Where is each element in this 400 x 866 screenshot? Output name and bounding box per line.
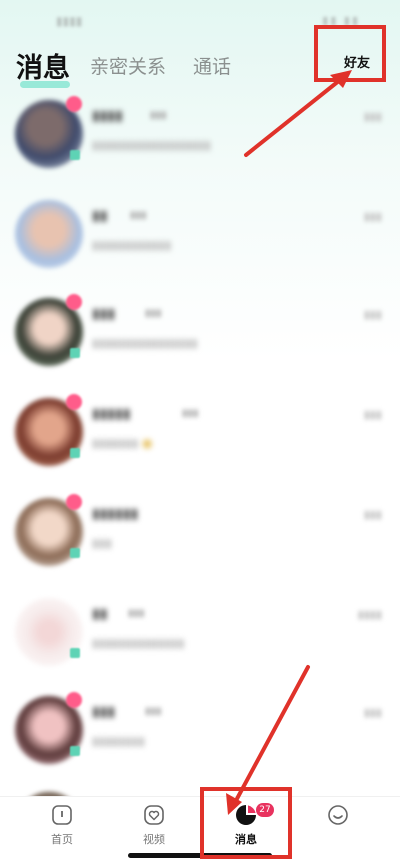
avatar-badge [66,692,82,708]
message-time: ▮▮▮ [363,408,382,421]
message-preview: ▮▮▮▮▮▮▮▮ [92,734,145,748]
contact-tag: ▮▮▮ [130,210,147,221]
avatar-badge [66,394,82,410]
nav-profile[interactable] [298,803,378,831]
tab-messages[interactable]: 消息 [16,46,70,88]
online-indicator [70,746,80,756]
message-preview: ▮▮▮▮▮▮▮▮▮▮▮▮▮▮ [92,636,185,650]
annotation-box-friends [314,25,386,82]
nav-home[interactable]: 首页 [22,803,102,847]
avatar-badge [66,294,82,310]
message-preview: ▮▮▮▮▮▮▮▮▮▮▮▮▮▮▮▮▮▮ [92,138,211,152]
tab-intimate-relations-label: 亲密关系 [90,56,167,78]
list-item[interactable]: ▮▮ ▮▮▮ ▮▮▮▮▮▮▮▮▮▮▮▮ ▮▮▮ [0,188,400,284]
tab-calls[interactable]: 通话 [193,52,231,79]
online-indicator [70,648,80,658]
profile-icon [328,805,348,825]
nav-video-label: 视频 [143,833,165,846]
contact-tag: ▮▮▮ [182,408,199,419]
tab-calls-label: 通话 [193,56,232,78]
message-time: ▮▮▮ [363,110,382,123]
status-time: ▮▮▮▮ [56,14,83,28]
message-preview: ▮▮▮▮▮▮▮▮▮▮▮▮ [92,238,172,252]
contact-name: ▮▮▮ [92,704,116,720]
tab-intimate-relations[interactable]: 亲密关系 [90,52,166,79]
message-time: ▮▮▮ [363,706,382,719]
avatar-badge [66,494,82,510]
contact-tag: ▮▮▮ [128,608,145,619]
list-item[interactable]: ▮▮ ▮▮▮ ▮▮▮▮▮▮▮▮▮▮▮▮▮▮ ▮▮▮▮ [0,586,400,682]
contact-name: ▮▮ [92,606,108,622]
heart-icon [144,805,164,825]
nav-video[interactable]: 视频 [114,803,194,847]
message-time: ▮▮▮ [363,308,382,321]
list-item[interactable]: ▮▮▮ ▮▮▮ ▮▮▮▮▮▮▮▮ ▮▮▮ [0,684,400,780]
message-preview: ▮▮▮ [92,536,112,550]
annotation-box-messages [200,787,292,859]
list-item[interactable]: ▮▮▮ ▮▮▮ ▮▮▮▮▮▮▮▮▮▮▮▮▮▮▮▮ ▮▮▮ [0,286,400,382]
contact-name: ▮▮▮▮▮▮ [92,506,139,522]
contact-name: ▮▮▮▮ [92,108,123,124]
contact-name: ▮▮ [92,208,108,224]
contact-tag: ▮▮▮ [145,706,162,717]
online-indicator [70,448,80,458]
tab-messages-label: 消息 [16,53,70,84]
message-preview: ▮▮▮▮▮▮▮▮▮▮▮▮▮▮▮▮ [92,336,198,350]
online-indicator [70,150,80,160]
contact-name: ▮▮▮▮▮ [92,406,131,422]
contact-name: ▮▮▮ [92,306,116,322]
home-icon [52,805,72,825]
message-time: ▮▮▮ [363,210,382,223]
message-preview: ▮▮▮▮▮▮▮ ● [92,436,153,450]
list-item[interactable]: ▮▮▮▮▮▮ ▮▮▮ ▮▮▮ [0,486,400,582]
online-indicator [70,548,80,558]
avatar-badge [66,96,82,112]
contact-tag: ▮▮▮ [150,110,167,121]
list-item[interactable]: ▮▮▮▮▮ ▮▮▮ ▮▮▮▮▮▮▮ ● ▮▮▮ [0,386,400,482]
contact-tag: ▮▮▮ [145,308,162,319]
message-time: ▮▮▮ [363,508,382,521]
avatar [15,200,83,268]
online-indicator [70,348,80,358]
nav-home-label: 首页 [51,833,73,846]
list-item[interactable]: ▮▮▮▮ ▮▮▮ ▮▮▮▮▮▮▮▮▮▮▮▮▮▮▮▮▮▮ ▮▮▮ [0,88,400,184]
message-time: ▮▮▮▮ [357,608,382,621]
